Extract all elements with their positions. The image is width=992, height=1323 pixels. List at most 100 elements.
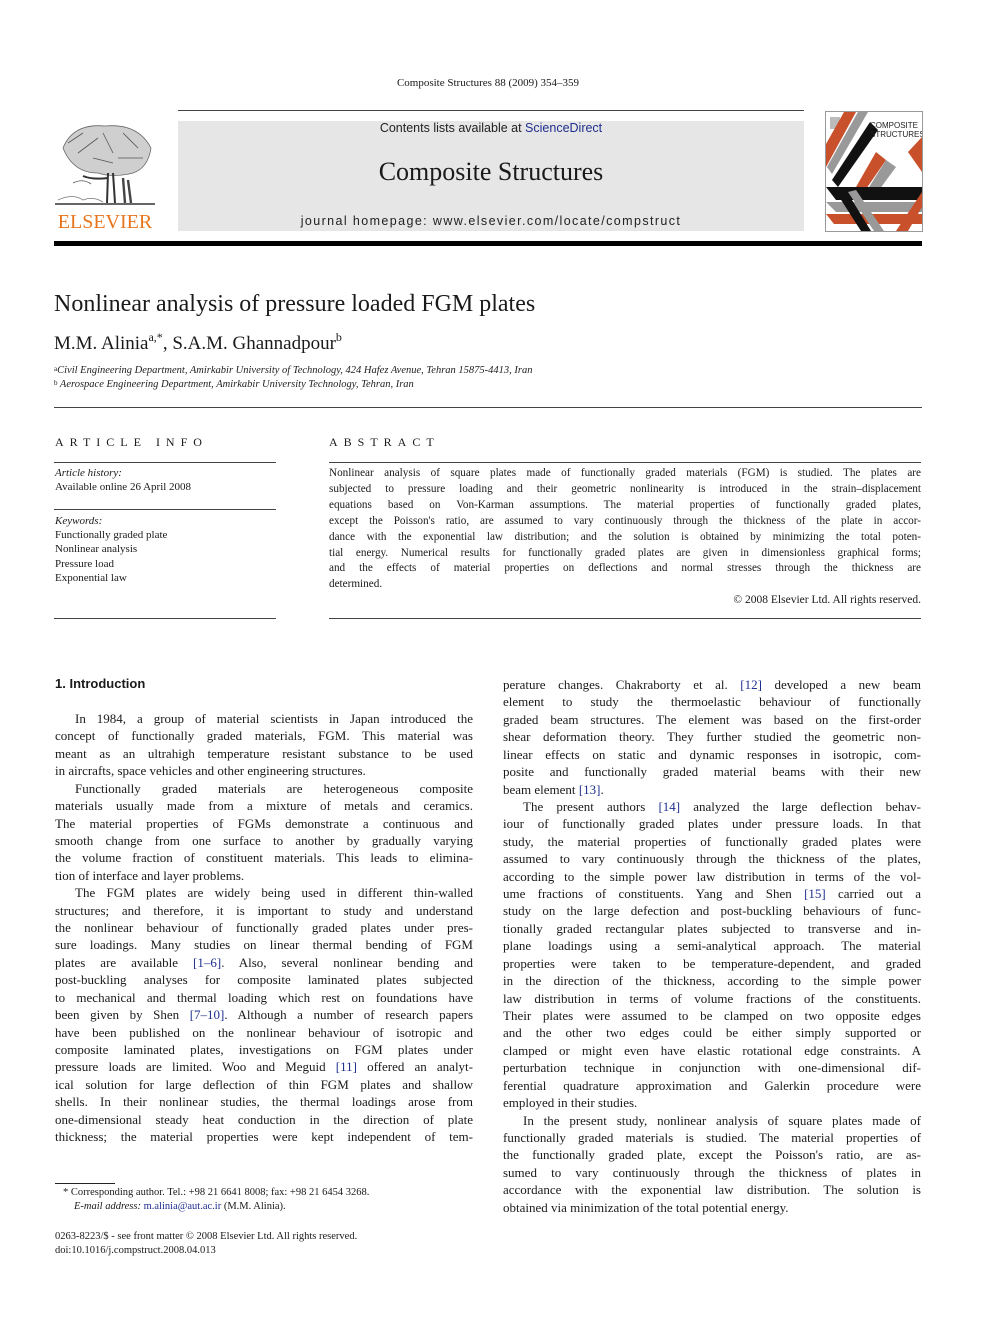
body-text-line: have been published on the nonlinear beh… bbox=[55, 1024, 473, 1041]
body-text-line: In 1984, a group of material scientists … bbox=[55, 710, 473, 727]
text-run: according to the simple power law distri… bbox=[503, 868, 921, 884]
body-text-line: The material properties of FGMs demonstr… bbox=[55, 815, 473, 832]
body-text-line: according to the simple power law distri… bbox=[503, 868, 921, 885]
body-text-line: employed in their studies. bbox=[503, 1094, 921, 1111]
text-run: sumed to vary continuously through the t… bbox=[503, 1164, 921, 1180]
author-name[interactable]: M.M. Alinia bbox=[54, 333, 148, 354]
text-run: linear effects on static and dynamic res… bbox=[503, 746, 921, 762]
body-text-line: in aircrafts, space vehicles and other e… bbox=[55, 762, 473, 779]
journal-homepage[interactable]: journal homepage: www.elsevier.com/locat… bbox=[178, 214, 804, 228]
body-text-line: In the present study, nonlinear analysis… bbox=[503, 1112, 921, 1129]
journal-citation: Composite Structures 88 (2009) 354–359 bbox=[396, 77, 580, 89]
text-run: to mechanical and thermal loading which … bbox=[55, 989, 473, 1005]
text-run: in aircrafts, space vehicles and other e… bbox=[55, 763, 366, 779]
body-text-line: posite and functionally graded material … bbox=[503, 763, 921, 780]
body-text-line: in the direction of the thickness, accor… bbox=[503, 972, 921, 989]
text-run: the volume fraction of constituent mater… bbox=[55, 850, 473, 866]
text-run: In the present study, nonlinear analysis… bbox=[523, 1112, 921, 1128]
divider bbox=[329, 462, 921, 463]
citation-link[interactable]: [13] bbox=[579, 782, 601, 797]
text-run: the nonlinear behaviour of functionally … bbox=[55, 920, 473, 936]
text-run: iour of functionally graded plates under… bbox=[503, 816, 921, 832]
citation-link[interactable]: [14] bbox=[658, 799, 680, 814]
divider bbox=[54, 407, 922, 408]
text-run: materials usually made from a mixture of… bbox=[55, 798, 473, 814]
body-text-line: perature changes. Chakraborty et al. [12… bbox=[503, 676, 921, 693]
body-text-line: post-buckling analyses for composite lam… bbox=[55, 971, 473, 988]
text-run: obtained via minimization of the total p… bbox=[503, 1199, 789, 1215]
text-run: have been published on the nonlinear beh… bbox=[55, 1024, 473, 1040]
body-text-line: composite laminated plates, investigatio… bbox=[55, 1041, 473, 1058]
author-affiliation-mark[interactable]: a,* bbox=[148, 330, 162, 344]
email-link[interactable]: m.alinia@aut.ac.ir bbox=[144, 1201, 222, 1212]
text-run: The present authors bbox=[523, 798, 659, 814]
citation-link[interactable]: [12] bbox=[740, 677, 762, 692]
abstract-heading: ABSTRACT bbox=[329, 435, 440, 449]
body-text-line: The present authors [14] analyzed the la… bbox=[503, 798, 921, 815]
text-run: plates are available bbox=[55, 954, 194, 970]
body-text-line: clamped or might even have elastic rotat… bbox=[503, 1042, 921, 1059]
affiliation: b Aerospace Engineering Department, Amir… bbox=[54, 379, 414, 390]
abstract-line: tial energy. Numerical results for funct… bbox=[329, 546, 921, 559]
body-text-line: the volume fraction of constituent mater… bbox=[55, 849, 473, 866]
elsevier-tree-icon bbox=[55, 125, 155, 205]
citation-link[interactable]: [7–10] bbox=[190, 1007, 225, 1022]
body-text-line: plane loadings using a semi-analytical a… bbox=[503, 937, 921, 954]
sciencedirect-link[interactable]: ScienceDirect bbox=[525, 121, 602, 135]
body-text-line: beam element [13]. bbox=[503, 781, 921, 798]
text-run: offered an analyt- bbox=[356, 1059, 473, 1075]
citation-link[interactable]: [11] bbox=[336, 1059, 357, 1074]
affiliation-text: Aerospace Engineering Department, Amirka… bbox=[57, 379, 414, 390]
text-run: ume fractions of constituents. Yang and … bbox=[503, 886, 805, 902]
text-run: posite and functionally graded material … bbox=[503, 764, 921, 780]
citation-link[interactable]: [15] bbox=[804, 886, 826, 901]
text-run: meant as an ultrahigh temperature resist… bbox=[55, 745, 473, 761]
author-name[interactable]: S.A.M. Ghannadpour bbox=[172, 333, 336, 354]
footnote-rule bbox=[55, 1183, 115, 1184]
journal-cover-thumbnail[interactable]: COMPOSITE STRUCTURES bbox=[825, 111, 923, 232]
abstract-line: dance with the exponential law distribut… bbox=[329, 530, 921, 543]
body-text-line: shear deformation theory. They further s… bbox=[503, 728, 921, 745]
text-run: study on the large defection and post-bu… bbox=[503, 903, 921, 919]
body-text-line: accordance with the exponential law dist… bbox=[503, 1181, 921, 1198]
email-label: E-mail address: bbox=[74, 1201, 144, 1212]
text-run: clamped or might even have elastic rotat… bbox=[503, 1042, 921, 1058]
author-separator: , bbox=[162, 333, 173, 354]
text-run: concept of functionally graded materials… bbox=[55, 728, 473, 744]
body-text-line: ume fractions of constituents. Yang and … bbox=[503, 885, 921, 902]
text-run: thickness; the material properties were … bbox=[55, 1129, 473, 1145]
divider bbox=[54, 618, 276, 619]
text-run: shear deformation theory. They further s… bbox=[503, 729, 921, 745]
author-affiliation-mark[interactable]: b bbox=[336, 330, 342, 344]
author-list: M.M. Aliniaa,*, S.A.M. Ghannadpourb bbox=[54, 330, 342, 355]
text-run: Functionally graded materials are hetero… bbox=[75, 780, 473, 796]
email-owner: (M.M. Alinia). bbox=[221, 1201, 286, 1212]
citation-link[interactable]: [1–6] bbox=[193, 955, 221, 970]
body-text-line: The FGM plates are widely being used in … bbox=[55, 884, 473, 901]
text-run: law distribution in terms of volume frac… bbox=[503, 990, 921, 1006]
cover-title-line: STRUCTURES bbox=[870, 130, 923, 139]
body-text-line: iour of functionally graded plates under… bbox=[503, 815, 921, 832]
text-run: carried out a bbox=[825, 886, 921, 902]
text-run: in the direction of the thickness, accor… bbox=[503, 973, 921, 989]
text-run: composite laminated plates, investigatio… bbox=[55, 1041, 473, 1057]
body-text-line: obtained via minimization of the total p… bbox=[503, 1199, 921, 1216]
keyword: Pressure load bbox=[55, 558, 114, 570]
body-text-line: been given by Shen [7–10]. Although a nu… bbox=[55, 1006, 473, 1023]
body-text-line: plates are available [1–6]. Also, severa… bbox=[55, 954, 473, 971]
body-text-line: tionally graded rectangular plates subje… bbox=[503, 920, 921, 937]
body-text-line: Functionally graded materials are hetero… bbox=[55, 780, 473, 797]
keywords-label: Keywords: bbox=[55, 515, 103, 527]
divider bbox=[329, 618, 921, 619]
abstract-line: subjected to pressure loading and their … bbox=[329, 482, 921, 495]
text-run: Their plates were assumed to be clamped … bbox=[503, 1007, 921, 1023]
text-run: one-dimensional steady heat conduction i… bbox=[55, 1111, 473, 1127]
body-text-line: linear effects on static and dynamic res… bbox=[503, 746, 921, 763]
text-run: tionally graded rectangular plates subje… bbox=[503, 920, 921, 936]
elsevier-logo[interactable]: ELSEVIER bbox=[53, 118, 157, 234]
doi[interactable]: doi:10.1016/j.compstruct.2008.04.013 bbox=[55, 1245, 216, 1256]
text-run: ical solution for large deflection of th… bbox=[55, 1076, 473, 1092]
text-run: perature changes. Chakraborty et al. bbox=[503, 677, 741, 692]
keyword: Nonlinear analysis bbox=[55, 543, 138, 555]
abstract-line: Nonlinear analysis of square plates made… bbox=[329, 467, 921, 479]
